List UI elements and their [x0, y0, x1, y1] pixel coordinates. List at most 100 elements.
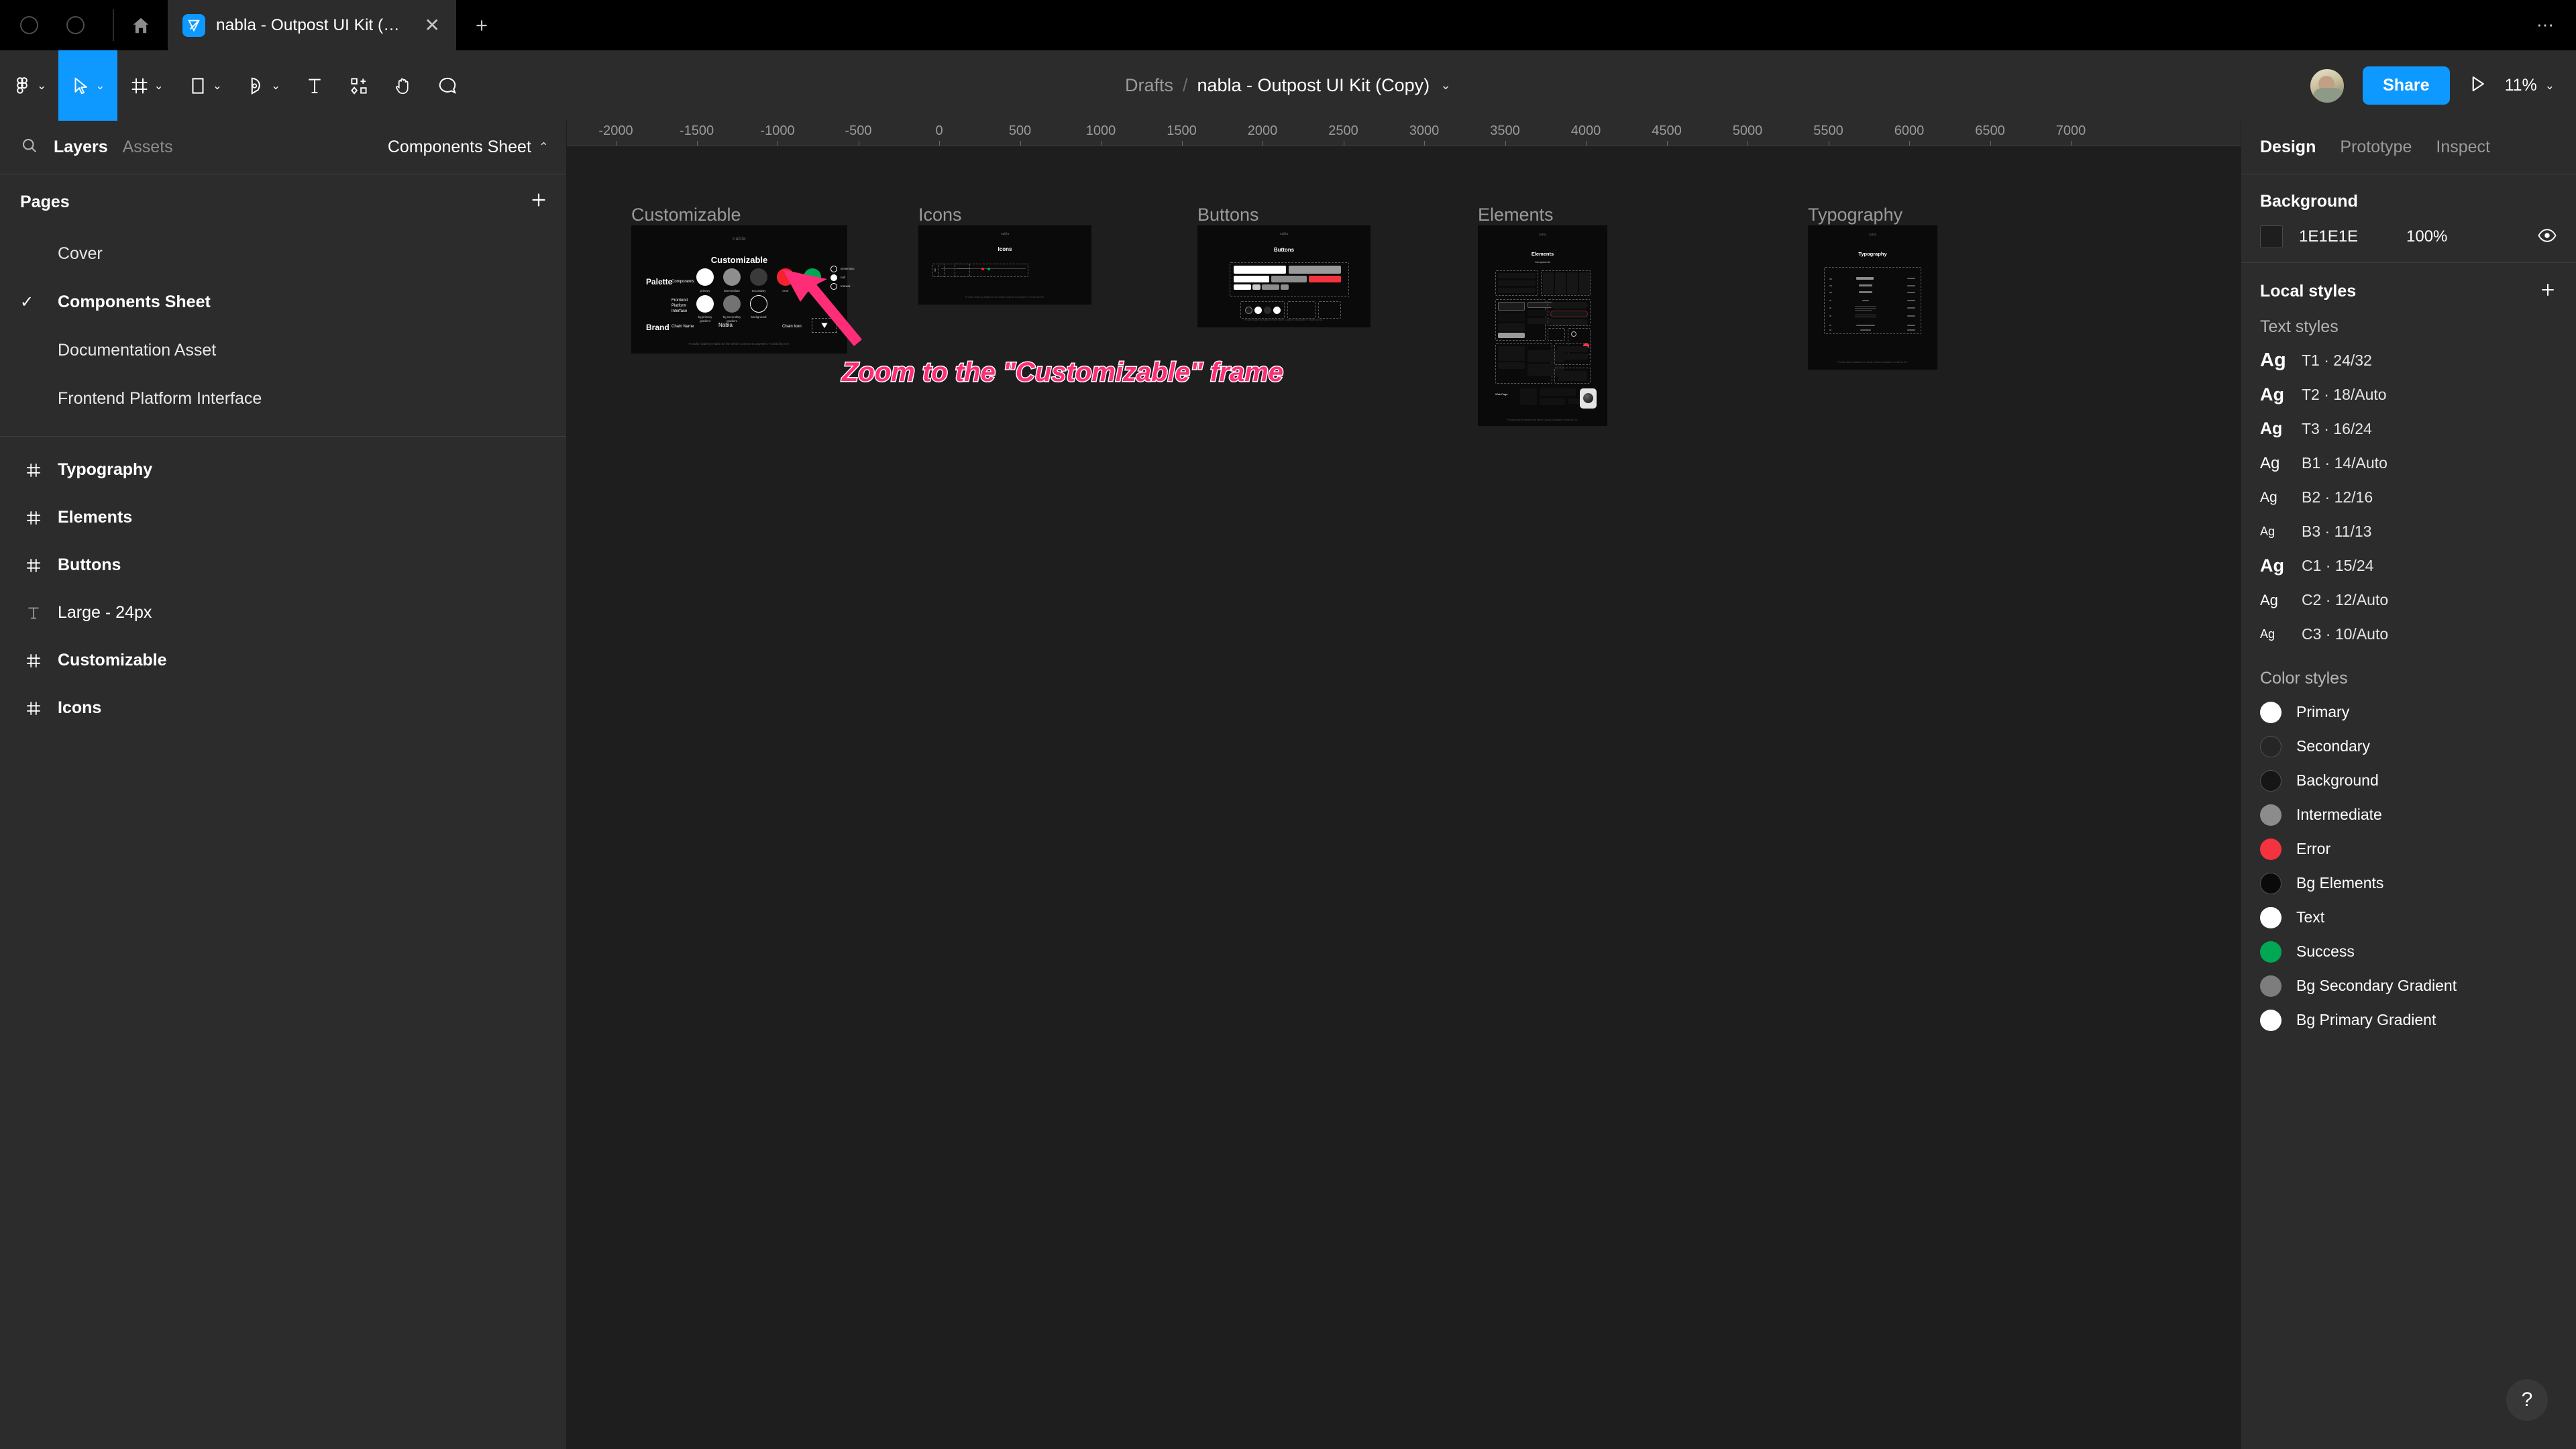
layer-item-large-24px[interactable]: Large - 24px — [0, 589, 566, 637]
color-style-row[interactable]: Error — [2241, 832, 2576, 866]
visibility-toggle[interactable] — [2537, 225, 2557, 249]
ruler-tick-label: -500 — [845, 123, 871, 139]
figma-canvas[interactable]: Customizable Icons Buttons Elements Typo… — [567, 146, 2241, 1449]
background-color-swatch[interactable] — [2260, 225, 2283, 248]
new-tab-button[interactable] — [456, 0, 507, 50]
page-item-cover[interactable]: Cover — [0, 229, 566, 278]
frame-label-typography[interactable]: Typography — [1808, 205, 1902, 225]
tool-components[interactable] — [337, 50, 381, 121]
browser-tab[interactable]: nabla - Outpost UI Kit (Copy) ✕ — [168, 0, 456, 50]
browser-menu-button[interactable]: ⋯ — [2516, 0, 2576, 50]
figma-menu-button[interactable]: ⌄ — [0, 50, 58, 121]
tool-comment[interactable] — [425, 50, 470, 121]
page-check-icon: ✓ — [20, 292, 58, 312]
avatar[interactable] — [2309, 68, 2345, 104]
add-style-button[interactable] — [2538, 280, 2557, 303]
tool-text[interactable] — [292, 50, 337, 121]
text-style-row[interactable]: AgT3 · 16/24 — [2241, 412, 2576, 446]
color-styles-section: Color styles — [2241, 651, 2576, 688]
text-style-row[interactable]: AgC1 · 15/24 — [2241, 549, 2576, 583]
chevron-down-icon[interactable]: ⌄ — [1440, 78, 1451, 93]
text-style-row[interactable]: AgB3 · 11/13 — [2241, 515, 2576, 549]
color-style-row[interactable]: Text — [2241, 900, 2576, 934]
ruler-tick-label: 5500 — [1813, 123, 1843, 139]
minimize-circle-icon[interactable] — [20, 16, 38, 34]
search-icon[interactable] — [20, 136, 39, 158]
present-button[interactable] — [2467, 74, 2487, 97]
text-style-row[interactable]: AgT1 · 24/32 — [2241, 343, 2576, 378]
color-style-row[interactable]: Intermediate — [2241, 798, 2576, 832]
swatch-secondary[interactable] — [750, 268, 767, 286]
text-style-row[interactable]: AgC3 · 10/Auto — [2241, 617, 2576, 651]
browser-tab-bar: nabla - Outpost UI Kit (Copy) ✕ ⋯ — [0, 0, 2576, 50]
tab-prototype[interactable]: Prototype — [2340, 138, 2412, 157]
color-style-row[interactable]: Success — [2241, 934, 2576, 969]
text-style-row[interactable]: AgB2 · 12/16 — [2241, 480, 2576, 515]
swatch-intermediate[interactable] — [723, 268, 741, 286]
maximize-circle-icon[interactable] — [66, 16, 85, 34]
page-item-documentation-asset[interactable]: Documentation Asset — [0, 326, 566, 374]
swatch-caption: background — [747, 315, 771, 319]
close-icon[interactable]: ✕ — [422, 16, 443, 35]
breadcrumb-file-name[interactable]: nabla - Outpost UI Kit (Copy) — [1197, 75, 1430, 96]
color-style-row[interactable]: Bg Primary Gradient — [2241, 1003, 2576, 1037]
background-opacity-value[interactable]: 100% — [2406, 227, 2447, 246]
frame-buttons[interactable]: nabla Buttons Proudly made by Nabla for … — [1197, 225, 1371, 327]
breadcrumb-parent[interactable]: Drafts — [1125, 75, 1173, 96]
layer-item-buttons[interactable]: Buttons — [0, 541, 566, 589]
frame-label-customizable[interactable]: Customizable — [631, 205, 741, 225]
layer-item-elements[interactable]: Elements — [0, 494, 566, 541]
layer-item-icons[interactable]: Icons — [0, 684, 566, 732]
background-section: Background 1E1E1E 100% — [2241, 174, 2576, 262]
frame-footer: Proudly made by Nabla for the whole Cosm… — [1808, 361, 1937, 364]
figma-app-window: nabla - Outpost UI Kit (Copy) ✕ ⋯ ⌄ — [0, 0, 2576, 1449]
tool-hand[interactable] — [381, 50, 425, 121]
tool-frame[interactable]: ⌄ — [117, 50, 176, 121]
chain-name-value[interactable]: Nabla — [718, 322, 733, 328]
color-style-row[interactable]: Background — [2241, 763, 2576, 798]
tool-pen[interactable]: ⌄ — [234, 50, 292, 121]
figma-toolbar: ⌄ ⌄ ⌄ ⌄ ⌄ — [0, 50, 2576, 121]
swatch-bg-secondary-gradient[interactable] — [723, 295, 741, 313]
plus-icon — [529, 190, 549, 210]
zoom-control[interactable]: 11% ⌄ — [2505, 76, 2555, 95]
swatch-primary[interactable] — [696, 268, 714, 286]
frame-elements[interactable]: nabla Elements Components — [1478, 225, 1607, 426]
text-style-row[interactable]: AgB1 · 14/Auto — [2241, 446, 2576, 480]
add-page-button[interactable] — [529, 190, 549, 214]
right-sidebar-tabs: Design Prototype Inspect — [2241, 121, 2576, 174]
help-button[interactable]: ? — [2506, 1379, 2548, 1421]
tool-shape[interactable]: ⌄ — [176, 50, 234, 121]
frame-typography[interactable]: nabla Typography — [1808, 225, 1937, 370]
layer-item-customizable[interactable]: Customizable — [0, 637, 566, 684]
frame-label-elements[interactable]: Elements — [1478, 205, 1554, 225]
color-style-row[interactable]: Bg Secondary Gradient — [2241, 969, 2576, 1003]
color-style-row[interactable]: Bg Elements — [2241, 866, 2576, 900]
ruler-tick-mark — [1101, 141, 1102, 146]
tab-assets[interactable]: Assets — [123, 138, 173, 157]
tool-move[interactable]: ⌄ — [58, 50, 117, 121]
page-item-components-sheet[interactable]: ✓Components Sheet — [0, 278, 566, 326]
swatch-bg-primary-gradient[interactable] — [696, 295, 714, 313]
page-item-label: Cover — [58, 244, 103, 264]
text-style-preview: Ag — [2260, 490, 2302, 506]
color-styles-list: PrimarySecondaryBackgroundIntermediateEr… — [2241, 695, 2576, 1037]
home-button[interactable] — [114, 0, 168, 50]
horizontal-ruler[interactable]: -2000-1500-1000-500050010001500200025003… — [567, 121, 2241, 146]
tab-layers[interactable]: Layers — [54, 138, 108, 157]
frame-label-icons[interactable]: Icons — [918, 205, 962, 225]
share-button[interactable]: Share — [2363, 66, 2449, 105]
color-style-row[interactable]: Primary — [2241, 695, 2576, 729]
page-item-frontend-platform-interface[interactable]: Frontend Platform Interface — [0, 374, 566, 423]
text-style-row[interactable]: AgT2 · 18/Auto — [2241, 378, 2576, 412]
text-style-row[interactable]: AgC2 · 12/Auto — [2241, 583, 2576, 617]
tab-design[interactable]: Design — [2260, 138, 2316, 157]
background-hex-value[interactable]: 1E1E1E — [2299, 227, 2406, 246]
color-style-row[interactable]: Secondary — [2241, 729, 2576, 763]
frame-label-buttons[interactable]: Buttons — [1197, 205, 1259, 225]
swatch-background[interactable] — [750, 295, 767, 313]
layer-item-typography[interactable]: Typography — [0, 446, 566, 494]
window-controls — [0, 0, 113, 50]
page-selector[interactable]: Components Sheet ⌃ — [388, 138, 549, 157]
tab-inspect[interactable]: Inspect — [2436, 138, 2490, 157]
